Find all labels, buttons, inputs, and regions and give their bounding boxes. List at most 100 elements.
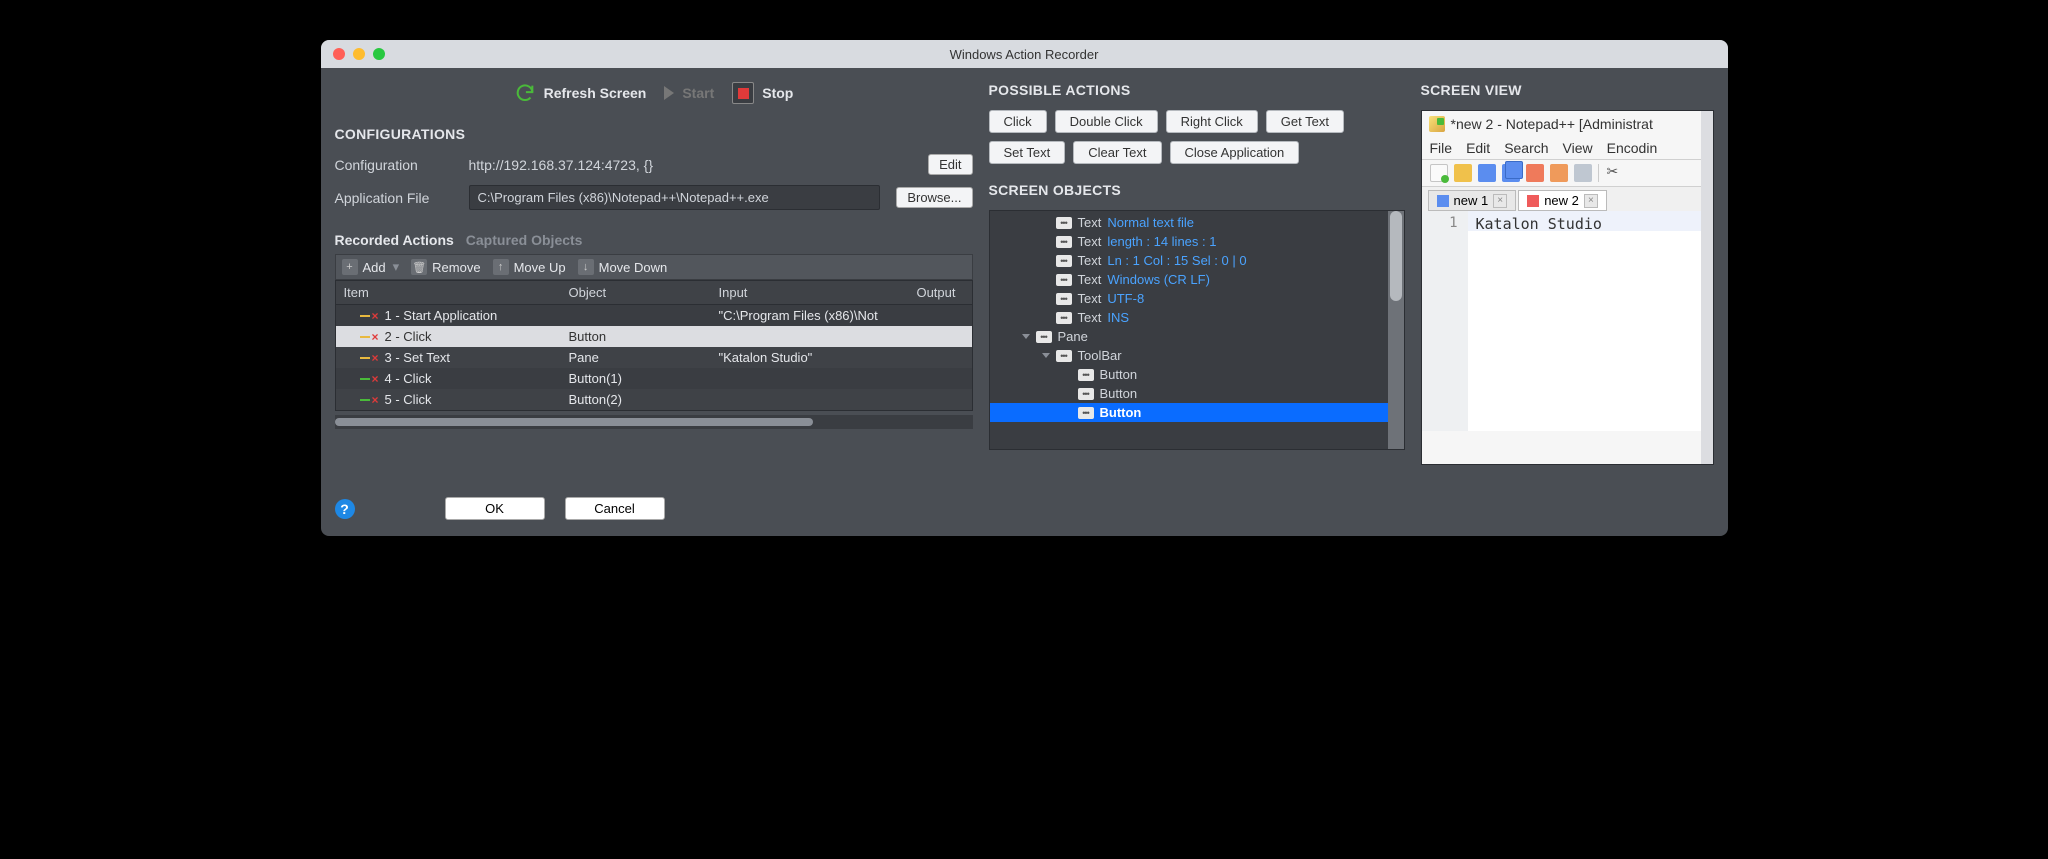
stop-button[interactable]: Stop	[732, 82, 793, 104]
save-icon[interactable]	[1478, 164, 1496, 182]
file-icon	[1437, 195, 1449, 207]
close-window-icon[interactable]	[333, 48, 345, 60]
action-close-application-button[interactable]: Close Application	[1170, 141, 1300, 164]
node-icon: •••	[1056, 312, 1072, 324]
notepad-toolbar	[1422, 159, 1701, 187]
minimize-window-icon[interactable]	[353, 48, 365, 60]
tree-node[interactable]: •••TextNormal text file	[990, 213, 1388, 232]
action-right-click-button[interactable]: Right Click	[1166, 110, 1258, 133]
menu-edit[interactable]: Edit	[1466, 140, 1490, 156]
action-get-text-button[interactable]: Get Text	[1266, 110, 1344, 133]
toolbar-divider	[1598, 164, 1599, 182]
tree-node[interactable]: •••TextUTF-8	[990, 289, 1388, 308]
refresh-screen-button[interactable]: Refresh Screen	[514, 82, 647, 104]
row-marker-icon: ×	[360, 330, 379, 344]
node-type: ToolBar	[1078, 348, 1122, 363]
tree-node[interactable]: ••• ToolBar	[990, 346, 1388, 365]
editor-tab[interactable]: new 2×	[1518, 190, 1607, 211]
tab-recorded-actions[interactable]: Recorded Actions	[335, 228, 454, 252]
node-icon: •••	[1056, 350, 1072, 362]
table-row[interactable]: ×5 - Click Button(2)	[336, 389, 972, 410]
node-type: Text	[1078, 234, 1102, 249]
ok-button[interactable]: OK	[445, 497, 545, 520]
print-icon[interactable]	[1574, 164, 1592, 182]
table-row[interactable]: ×1 - Start Application "C:\Program Files…	[336, 305, 972, 326]
maximize-window-icon[interactable]	[373, 48, 385, 60]
action-double-click-button[interactable]: Double Click	[1055, 110, 1158, 133]
node-type: Text	[1078, 253, 1102, 268]
trash-icon: 🗑	[411, 259, 427, 275]
notepad-menu: File Edit Search View Encodin	[1422, 137, 1701, 159]
browse-button[interactable]: Browse...	[896, 187, 972, 208]
action-click-button[interactable]: Click	[989, 110, 1047, 133]
node-type: Text	[1078, 310, 1102, 325]
editor-text[interactable]: Katalon Studio	[1468, 211, 1701, 231]
action-set-text-button[interactable]: Set Text	[989, 141, 1066, 164]
caret-down-icon[interactable]	[1022, 334, 1030, 339]
move-down-button[interactable]: ↓Move Down	[578, 259, 668, 275]
file-icon	[1527, 195, 1539, 207]
application-file-label: Application File	[335, 190, 453, 206]
arrow-up-icon: ↑	[493, 259, 509, 275]
notepad-app-icon	[1429, 116, 1445, 132]
table-row[interactable]: ×3 - Set Text Pane "Katalon Studio"	[336, 347, 972, 368]
screenview-scrollbar[interactable]	[1701, 111, 1713, 464]
close-tab-icon[interactable]: ×	[1584, 194, 1598, 208]
row-marker-icon: ×	[360, 351, 379, 365]
tab-captured-objects[interactable]: Captured Objects	[466, 228, 583, 252]
recorded-actions-table: Item Object Input Output ×1 - Start Appl…	[335, 280, 973, 411]
tree-node[interactable]: ••• Text INS	[990, 308, 1388, 327]
open-file-icon[interactable]	[1454, 164, 1472, 182]
tree-node[interactable]: •••Pane	[990, 327, 1388, 346]
remove-button[interactable]: 🗑Remove	[411, 259, 480, 275]
menu-search[interactable]: Search	[1504, 140, 1548, 156]
new-file-icon[interactable]	[1430, 164, 1448, 182]
editor-tab[interactable]: new 1×	[1428, 190, 1517, 211]
action-clear-text-button[interactable]: Clear Text	[1073, 141, 1161, 164]
tree-node[interactable]: •••Button	[990, 403, 1388, 422]
tree-node[interactable]: ••• Text length : 14 lines : 1	[990, 232, 1388, 251]
stop-icon	[732, 82, 754, 104]
horizontal-scrollbar[interactable]	[335, 415, 973, 429]
configuration-value: http://192.168.37.124:4723, {}	[469, 157, 913, 173]
screen-objects-heading: SCREEN OBJECTS	[989, 182, 1405, 198]
row-marker-icon: ×	[360, 393, 379, 407]
notepad-title: *new 2 - Notepad++ [Administrat	[1451, 116, 1653, 132]
tree-node[interactable]: •••TextLn : 1 Col : 15 Sel : 0 | 0	[990, 251, 1388, 270]
screen-view: *new 2 - Notepad++ [Administrat File Edit…	[1421, 110, 1714, 465]
cut-icon[interactable]	[1605, 164, 1623, 182]
help-icon[interactable]: ?	[335, 499, 355, 519]
node-icon: •••	[1078, 407, 1094, 419]
node-meta: length : 14 lines : 1	[1107, 234, 1216, 249]
application-file-input[interactable]	[469, 185, 881, 210]
tree-node[interactable]: •••Button	[990, 365, 1388, 384]
node-meta: INS	[1107, 310, 1129, 325]
node-icon: •••	[1056, 255, 1072, 267]
close-file-icon[interactable]	[1526, 164, 1544, 182]
close-tab-icon[interactable]: ×	[1493, 194, 1507, 208]
traffic-lights	[321, 48, 385, 60]
move-up-button[interactable]: ↑Move Up	[493, 259, 566, 275]
tree-node[interactable]: •••TextWindows (CR LF)	[990, 270, 1388, 289]
menu-encodin[interactable]: Encodin	[1607, 140, 1658, 156]
add-button[interactable]: +Add▾	[342, 259, 400, 275]
table-row[interactable]: ×4 - Click Button(1)	[336, 368, 972, 389]
row-marker-icon: ×	[360, 309, 379, 323]
tree-node[interactable]: •••Button	[990, 384, 1388, 403]
window-title: Windows Action Recorder	[950, 47, 1099, 62]
close-all-icon[interactable]	[1550, 164, 1568, 182]
cancel-button[interactable]: Cancel	[565, 497, 665, 520]
save-all-icon[interactable]	[1502, 164, 1520, 182]
main-toolbar: Refresh Screen Start Stop	[335, 82, 973, 104]
node-icon: •••	[1056, 217, 1072, 229]
caret-down-icon[interactable]	[1042, 353, 1050, 358]
table-row[interactable]: ×2 - Click Button	[336, 326, 972, 347]
play-icon	[664, 86, 674, 100]
possible-actions-heading: POSSIBLE ACTIONS	[989, 82, 1405, 98]
th-input: Input	[711, 281, 901, 304]
node-icon: •••	[1056, 236, 1072, 248]
vertical-scrollbar[interactable]	[1388, 211, 1404, 449]
menu-view[interactable]: View	[1563, 140, 1593, 156]
edit-button[interactable]: Edit	[928, 154, 972, 175]
menu-file[interactable]: File	[1430, 140, 1453, 156]
